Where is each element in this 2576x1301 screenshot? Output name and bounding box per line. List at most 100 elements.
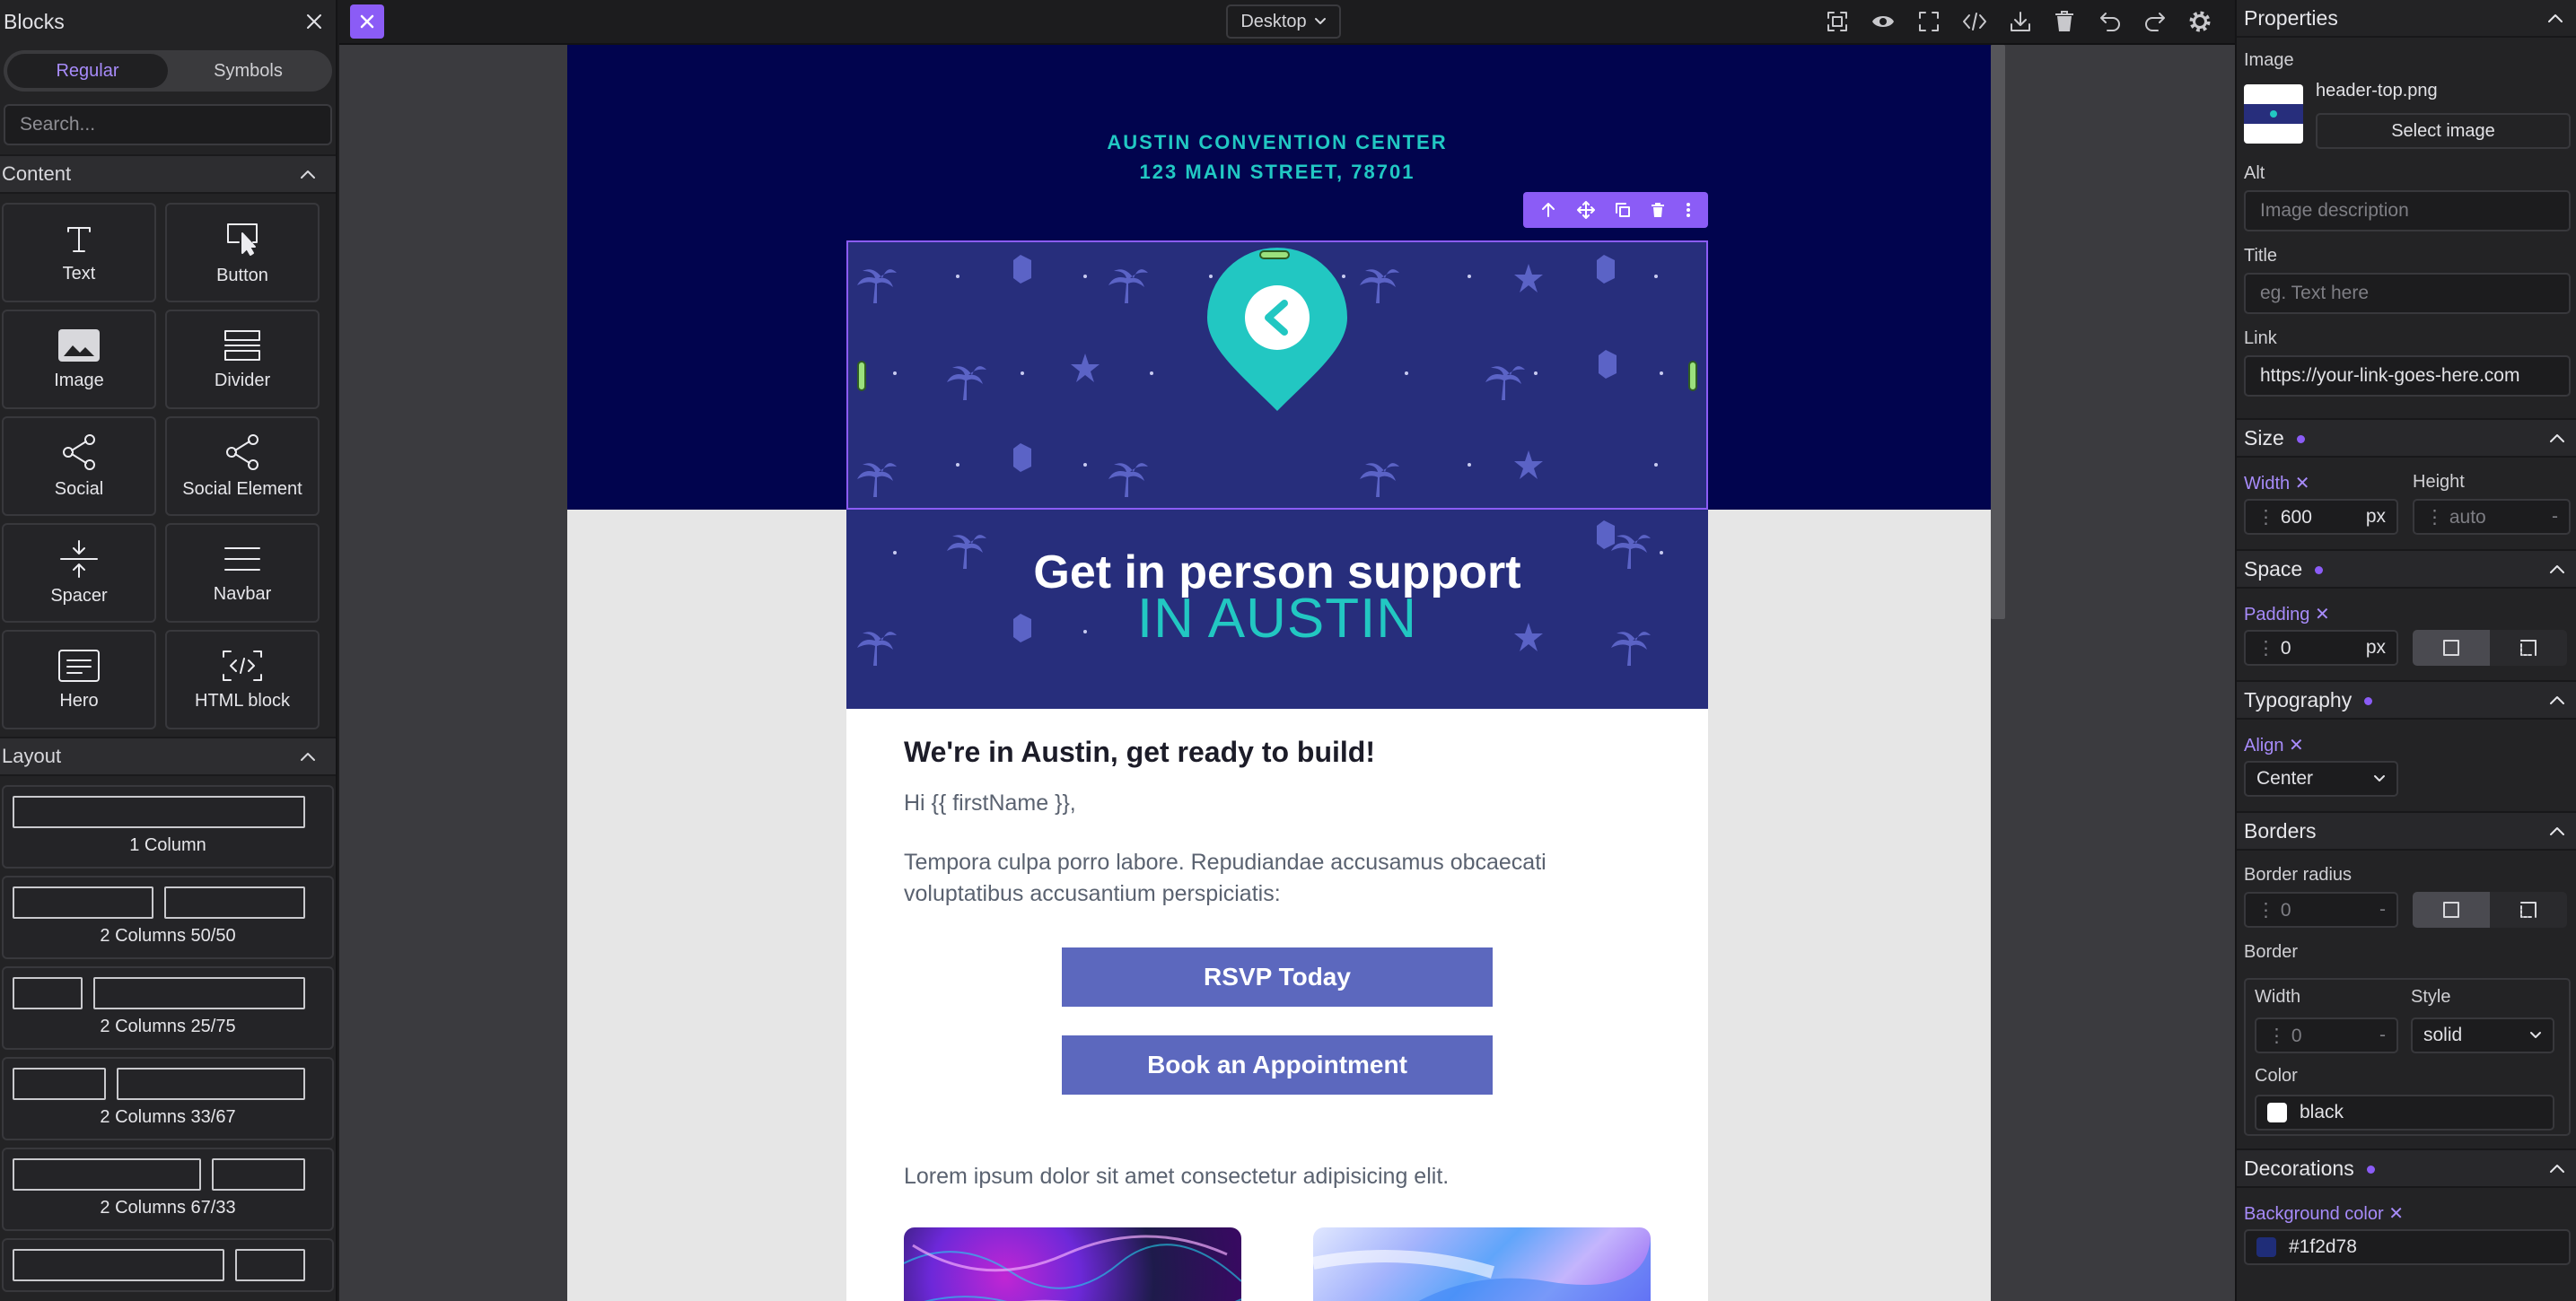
spacer-icon	[57, 539, 101, 579]
canvas-scrollbar[interactable]	[1991, 45, 2005, 619]
device-select[interactable]: Desktop	[1226, 4, 1341, 39]
color-swatch[interactable]	[2267, 1103, 2287, 1122]
borders-section-header[interactable]: Borders	[2237, 811, 2576, 851]
block-divider[interactable]: Divider	[165, 310, 320, 409]
border-radius-field[interactable]: ⋮ 0 -	[2244, 892, 2398, 928]
size-section-title: Size	[2244, 425, 2284, 450]
padding-individual-button[interactable]	[2490, 630, 2567, 666]
align-select[interactable]: Center	[2244, 761, 2398, 797]
link-input[interactable]	[2246, 365, 2569, 387]
block-html[interactable]: HTML block	[165, 630, 320, 729]
block-navbar[interactable]: Navbar	[165, 523, 320, 623]
tab-symbols[interactable]: Symbols	[168, 54, 329, 88]
rsvp-button[interactable]: RSVP Today	[1062, 947, 1493, 1007]
decorations-section-header[interactable]: Decorations	[2237, 1148, 2576, 1188]
trash-icon[interactable]	[2054, 10, 2075, 33]
trash-icon[interactable]	[1651, 202, 1665, 218]
move-icon[interactable]	[1576, 201, 1595, 219]
space-section-title: Space	[2244, 556, 2303, 581]
modified-dot-icon	[2364, 696, 2373, 705]
alt-input[interactable]	[2246, 200, 2569, 222]
select-frame-icon[interactable]	[1826, 10, 1849, 33]
hero-heading-block[interactable]: Get in person support IN AUSTIN	[846, 510, 1708, 709]
padding-mode-toggle	[2413, 630, 2567, 666]
settings-gear-icon[interactable]	[2188, 10, 2212, 33]
undo-icon[interactable]	[2098, 10, 2122, 33]
dashed-square-icon	[2519, 901, 2537, 919]
tab-regular[interactable]: Regular	[7, 54, 168, 88]
layout-section-title: Layout	[2, 745, 62, 767]
properties-header[interactable]: Properties	[2237, 0, 2576, 38]
radius-individual-button[interactable]	[2490, 892, 2567, 928]
search-input[interactable]	[20, 114, 316, 135]
code-icon[interactable]	[1962, 10, 1987, 33]
body-paragraph: Tempora culpa porro labore. Repudiandae …	[904, 850, 1546, 906]
width-field[interactable]: ⋮ 600 px	[2244, 499, 2398, 535]
title-input[interactable]	[2246, 283, 2569, 304]
color-swatch[interactable]	[2256, 1237, 2276, 1257]
padding-all-sides-button[interactable]	[2413, 630, 2490, 666]
block-button[interactable]: Button	[165, 203, 320, 302]
layout-label: 1 Column	[129, 835, 206, 855]
size-section-header[interactable]: Size	[2237, 418, 2576, 458]
image-label: Image	[2244, 50, 2294, 70]
copy-icon[interactable]	[1615, 202, 1631, 218]
layout-2-columns-67-33[interactable]: 2 Columns 67/33	[2, 1148, 334, 1231]
block-social[interactable]: Social	[2, 416, 156, 516]
arrow-up-icon[interactable]	[1540, 202, 1556, 218]
close-icon[interactable]	[305, 13, 323, 31]
chevron-up-icon	[2549, 1163, 2565, 1174]
resize-handle-left[interactable]	[857, 361, 866, 391]
block-spacer[interactable]: Spacer	[2, 523, 156, 623]
space-section-header[interactable]: Space	[2237, 549, 2576, 589]
block-image[interactable]: Image	[2, 310, 156, 409]
layout-2-columns-25-75[interactable]: 2 Columns 25/75	[2, 966, 334, 1050]
layout-2-columns-50-50[interactable]: 2 Columns 50/50	[2, 876, 334, 959]
typography-section-header[interactable]: Typography	[2237, 680, 2576, 720]
clear-x-icon[interactable]: ✕	[2315, 605, 2330, 624]
layout-1-column[interactable]: 1 Column	[2, 785, 334, 869]
clear-x-icon[interactable]: ✕	[2388, 1204, 2404, 1224]
block-label: Image	[54, 371, 104, 390]
clear-x-icon[interactable]: ✕	[2289, 736, 2304, 755]
more-vertical-icon[interactable]	[1686, 202, 1691, 218]
menu-icon	[222, 541, 263, 577]
background-color-field[interactable]: #1f2d78	[2244, 1229, 2571, 1265]
block-label: HTML block	[195, 691, 290, 711]
border-width-field[interactable]: ⋮ 0 -	[2255, 1017, 2398, 1053]
editor-toolbar: Desktop	[339, 0, 2235, 45]
layout-2-columns-more[interactable]	[2, 1238, 334, 1292]
modified-dot-icon	[2366, 1165, 2375, 1174]
download-icon[interactable]	[2009, 10, 2032, 33]
book-appointment-button[interactable]: Book an Appointment	[1062, 1035, 1493, 1095]
close-editor-button[interactable]	[350, 4, 384, 39]
height-field[interactable]: ⋮ auto -	[2413, 499, 2571, 535]
resize-handle-right[interactable]	[1688, 361, 1697, 391]
block-social-element[interactable]: Social Element	[165, 416, 320, 516]
layout-label: 2 Columns 50/50	[100, 926, 236, 946]
title-label: Title	[2244, 246, 2278, 266]
border-color-field[interactable]: black	[2255, 1095, 2554, 1131]
hero-subtitle: IN AUSTIN	[1136, 588, 1418, 650]
border-style-select[interactable]: solid	[2411, 1017, 2554, 1053]
block-label: Text	[62, 264, 96, 284]
chevron-down-icon	[2529, 1031, 2542, 1040]
layout-section-header[interactable]: Layout	[0, 737, 336, 776]
resize-handle-top[interactable]	[1259, 250, 1290, 259]
block-hero[interactable]: Hero	[2, 630, 156, 729]
preview-eye-icon[interactable]	[1871, 10, 1896, 33]
abstract-purple-image[interactable]	[904, 1227, 1241, 1301]
select-image-button[interactable]: Select image	[2316, 113, 2571, 149]
image-icon	[57, 327, 101, 363]
radius-all-corners-button[interactable]	[2413, 892, 2490, 928]
abstract-blue-image[interactable]	[1313, 1227, 1651, 1301]
share-icon	[223, 432, 262, 472]
clear-x-icon[interactable]: ✕	[2295, 474, 2310, 493]
content-blocks-grid: Text Button Image Divider Social Social …	[0, 194, 336, 737]
padding-field[interactable]: ⋮ 0 px	[2244, 630, 2398, 666]
content-section-header[interactable]: Content	[0, 154, 336, 194]
fullscreen-icon[interactable]	[1917, 10, 1941, 33]
redo-icon[interactable]	[2143, 10, 2167, 33]
layout-2-columns-33-67[interactable]: 2 Columns 33/67	[2, 1057, 334, 1140]
block-text[interactable]: Text	[2, 203, 156, 302]
